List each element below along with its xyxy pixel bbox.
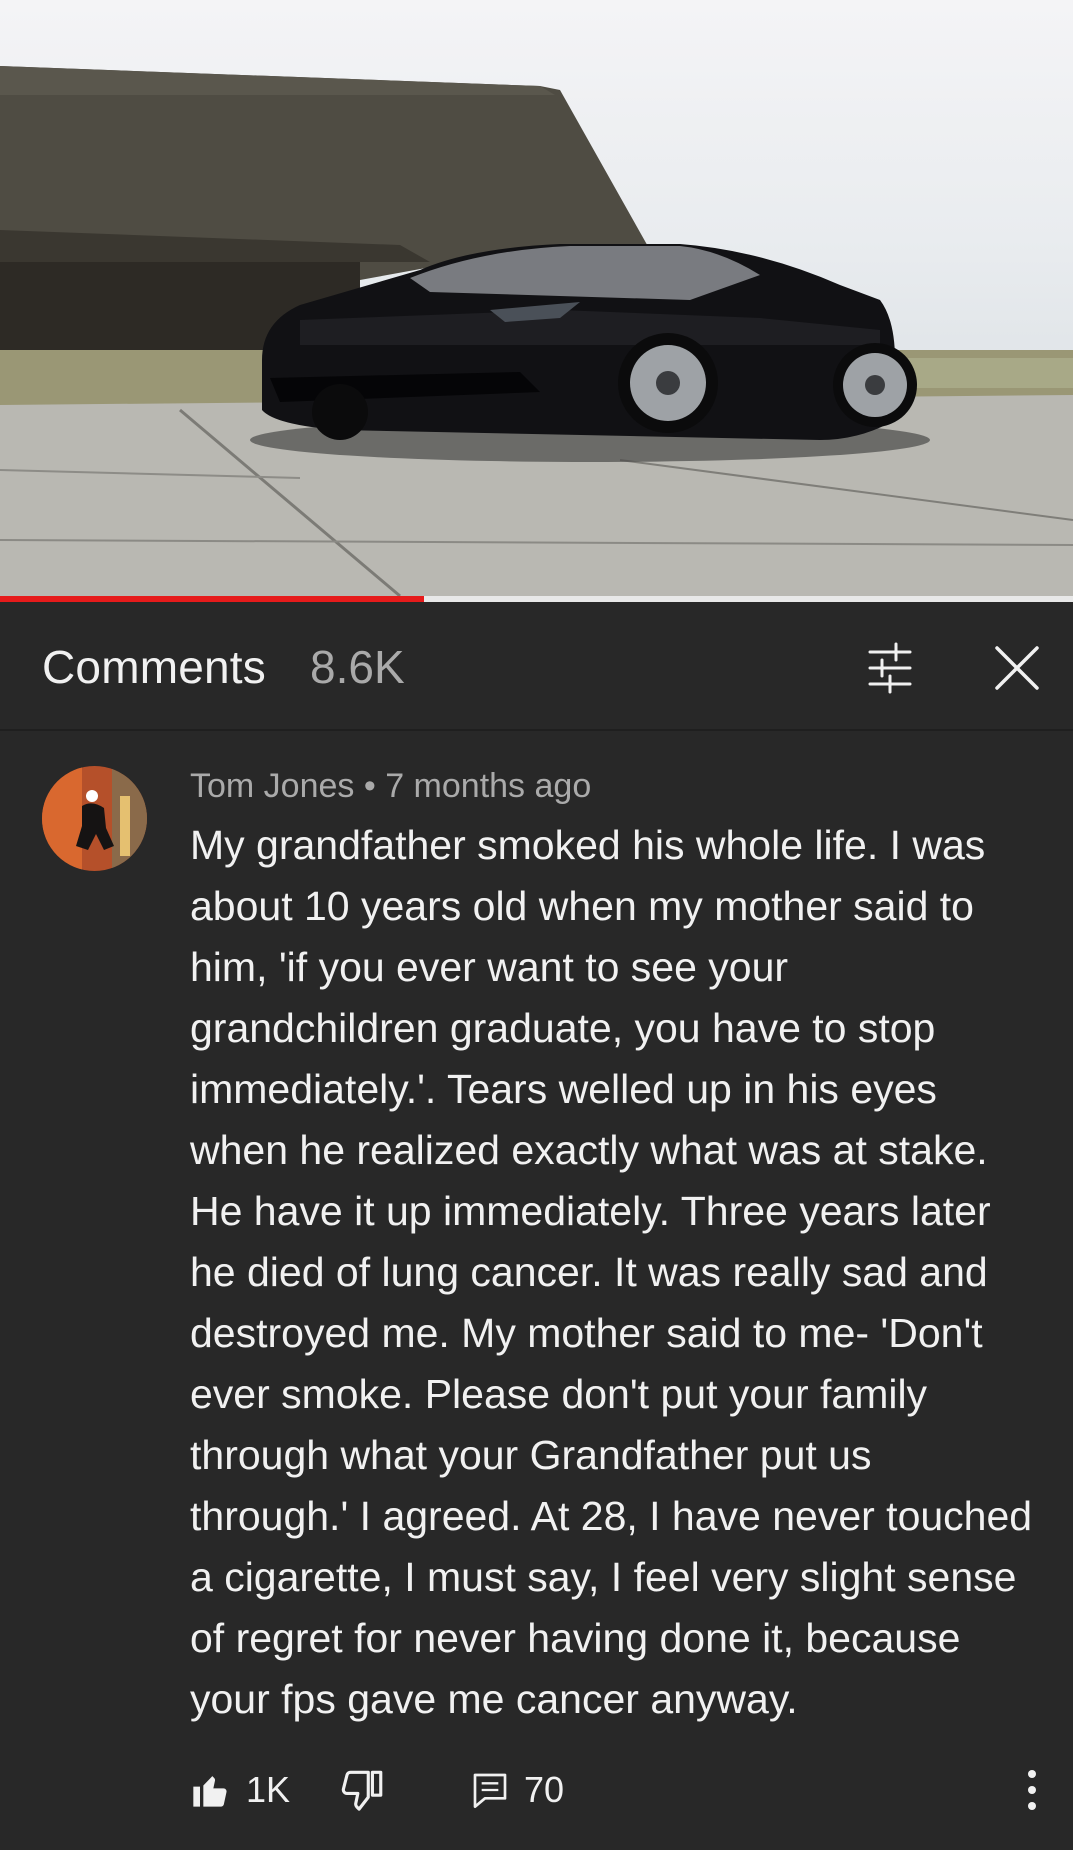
reply-count: 70 — [524, 1769, 565, 1810]
video-frame — [0, 66, 1073, 596]
sliders-icon — [868, 642, 912, 694]
comments-count: 8.6K — [310, 641, 405, 693]
sort-filter-button[interactable] — [860, 638, 920, 698]
reply-button[interactable]: 70 — [470, 1750, 564, 1830]
like-count: 1K — [246, 1769, 291, 1810]
comment-icon — [473, 1773, 507, 1808]
close-icon — [995, 646, 1039, 690]
avatar[interactable] — [42, 766, 147, 871]
more-options-button[interactable] — [1012, 1764, 1052, 1816]
close-comments-button[interactable] — [987, 638, 1047, 698]
more-vertical-icon — [1028, 1770, 1036, 1810]
like-button[interactable]: 1K — [190, 1750, 290, 1830]
comment-body: My grandfather smoked his whole life. I … — [190, 822, 1033, 1722]
thumbs-up-icon — [193, 1776, 227, 1807]
video-player[interactable] — [0, 0, 1073, 596]
comment-time: 7 months ago — [385, 767, 592, 805]
comment-author[interactable]: Tom Jones — [190, 767, 354, 805]
thumbs-down-icon — [341, 1770, 383, 1811]
comment-meta: Tom Jones • 7 months ago — [190, 767, 591, 806]
dislike-button[interactable] — [337, 1766, 387, 1816]
comment-actions: 1K 70 — [0, 1750, 1073, 1830]
meta-separator: • — [354, 767, 386, 805]
comments-header: Comments 8.6K — [0, 602, 1073, 731]
comments-title: Comments — [42, 641, 266, 693]
avatar-image — [42, 766, 147, 871]
comment-thread: Tom Jones • 7 months ago My grandfather … — [0, 731, 1073, 1850]
